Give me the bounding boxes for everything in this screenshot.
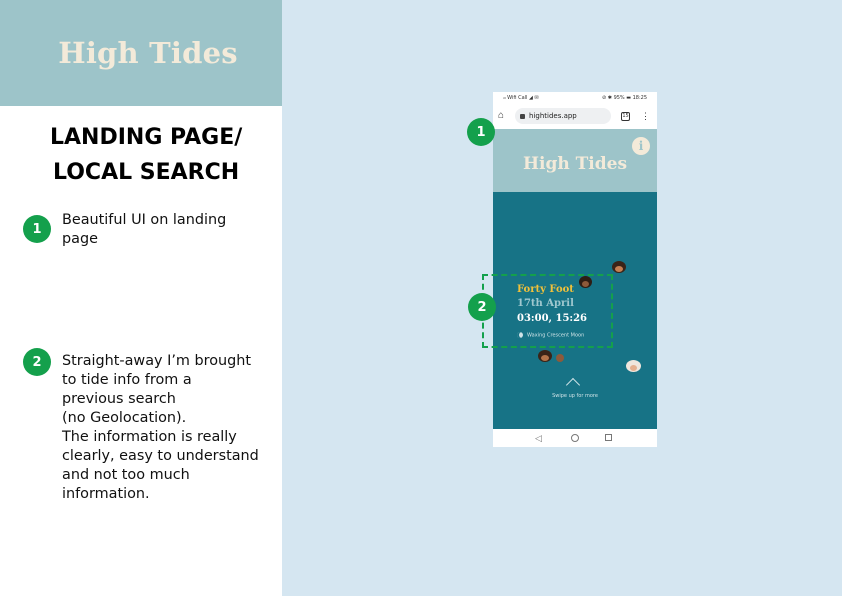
note-line: to tide info from a — [62, 372, 192, 388]
note-line: Straight-away I’m brought — [62, 353, 252, 369]
hand-icon — [556, 354, 564, 362]
brand-bar: High Tides — [0, 0, 282, 106]
note-line: Beautiful UI on landing — [62, 212, 227, 228]
section-title: LANDING PAGE/ LOCAL SEARCH — [50, 120, 270, 190]
left-panel: High Tides LANDING PAGE/ LOCAL SEARCH 1 … — [0, 0, 282, 596]
lock-icon — [520, 113, 525, 119]
note-badge-2: 2 — [23, 348, 51, 376]
app-header: High Tides i — [493, 129, 657, 192]
callout-badge-2: 2 — [468, 293, 496, 321]
note-1-text: Beautiful UI on landing page — [62, 211, 226, 249]
chevron-up-icon[interactable] — [565, 377, 581, 393]
recent-square-icon[interactable] — [605, 434, 612, 441]
android-nav-bar: ◁ — [493, 429, 657, 447]
browser-url-row: ⌂ hightides.app 15 ⋮ — [493, 104, 657, 129]
note-2-text: Straight-away I’m brought to tide info f… — [62, 352, 259, 504]
note-line: (no Geolocation). — [62, 410, 187, 426]
app-title: High Tides — [522, 154, 628, 174]
note-badge-1: 1 — [23, 215, 51, 243]
more-vert-icon[interactable]: ⋮ — [641, 111, 650, 121]
note-line: and not too much — [62, 467, 190, 483]
url-text: hightides.app — [529, 112, 577, 120]
home-icon[interactable]: ⌂ — [498, 110, 504, 122]
url-bar[interactable]: hightides.app — [515, 108, 611, 124]
phone-screenshot: ᵢₗₗ Wifi Call ◢ ✉ ⊘ ✱ 95% ▬ 18:25 ⌂ high… — [493, 92, 657, 447]
section-title-line-1: LANDING PAGE/ — [50, 125, 243, 150]
note-line: previous search — [62, 391, 176, 407]
status-left: ᵢₗₗ Wifi Call ◢ ✉ — [503, 95, 539, 101]
avatar — [538, 350, 552, 362]
avatar — [626, 360, 641, 372]
status-right: ⊘ ✱ 95% ▬ 18:25 — [602, 95, 647, 101]
note-line: clearly, easy to understand — [62, 448, 259, 464]
home-circle-icon[interactable] — [571, 434, 579, 442]
callout-badge-1: 1 — [467, 118, 495, 146]
tabs-icon[interactable]: 15 — [621, 112, 630, 121]
callout-dashed-box — [482, 274, 613, 348]
avatar — [612, 261, 626, 273]
brand-title: High Tides — [58, 36, 238, 70]
info-icon[interactable]: i — [632, 137, 650, 155]
section-title-line-2: LOCAL SEARCH — [53, 160, 240, 185]
note-line: information. — [62, 486, 150, 502]
back-triangle-icon[interactable]: ◁ — [535, 433, 542, 443]
note-line: The information is really — [62, 429, 237, 445]
swipe-hint: Swipe up for more — [552, 393, 598, 399]
note-line: page — [62, 231, 98, 247]
status-bar: ᵢₗₗ Wifi Call ◢ ✉ ⊘ ✱ 95% ▬ 18:25 — [493, 92, 657, 104]
